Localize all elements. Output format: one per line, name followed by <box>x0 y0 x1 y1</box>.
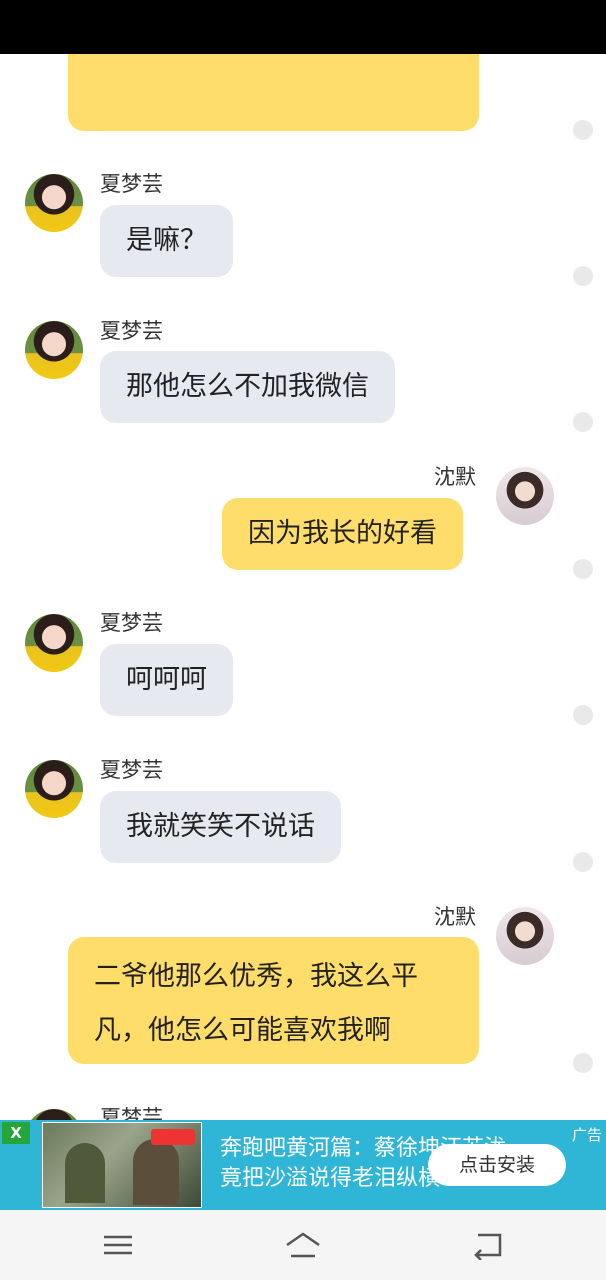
ad-banner[interactable]: X 奔跑吧黄河篇：蔡徐坤汪苏泷 竟把沙溢说得老泪纵横 点击安装 广告 <box>0 1120 606 1210</box>
message-bubble[interactable]: 呵呵呵 <box>100 644 233 716</box>
read-status-dot <box>573 705 593 725</box>
ad-label: 广告 <box>571 1126 602 1144</box>
read-status-dot <box>573 559 593 579</box>
message-bubble[interactable]: 我就笑笑不说话 <box>100 791 341 863</box>
close-icon[interactable]: X <box>2 1122 30 1144</box>
avatar[interactable] <box>496 907 554 965</box>
sender-name: 沈默 <box>434 905 476 929</box>
sender-name: 夏梦芸 <box>100 319 163 343</box>
read-status-dot <box>573 412 593 432</box>
navigation-bar <box>0 1210 606 1280</box>
status-bar <box>0 0 606 54</box>
back-icon[interactable] <box>468 1230 508 1260</box>
sender-name: 沈默 <box>434 465 476 489</box>
avatar[interactable] <box>496 467 554 525</box>
sender-name: 夏梦芸 <box>100 611 163 635</box>
message-bubble-partial <box>68 54 479 131</box>
chat-area[interactable]: 夏梦芸 是嘛？ 夏梦芸 那他怎么不加我微信 沈默 因为我长的好看 夏梦芸 呵呵呵… <box>0 54 606 1120</box>
menu-icon[interactable] <box>98 1230 138 1260</box>
message-bubble[interactable]: 因为我长的好看 <box>222 498 463 570</box>
home-icon[interactable] <box>283 1230 323 1260</box>
ad-image[interactable] <box>42 1122 202 1208</box>
read-status-dot <box>573 266 593 286</box>
avatar[interactable] <box>25 174 83 232</box>
message-bubble[interactable]: 二爷他那么优秀，我这么平凡，他怎么可能喜欢我啊 <box>68 937 479 1064</box>
message-bubble[interactable]: 那他怎么不加我微信 <box>100 351 395 423</box>
message-bubble[interactable]: 是嘛？ <box>100 205 233 277</box>
sender-name: 夏梦芸 <box>100 758 163 782</box>
read-status-dot <box>573 852 593 872</box>
install-button[interactable]: 点击安装 <box>428 1144 566 1186</box>
avatar[interactable] <box>25 1109 83 1120</box>
avatar[interactable] <box>25 614 83 672</box>
read-status-dot <box>573 120 593 140</box>
read-status-dot <box>573 1053 593 1073</box>
sender-name: 夏梦芸 <box>100 172 163 196</box>
avatar[interactable] <box>25 321 83 379</box>
avatar[interactable] <box>25 760 83 818</box>
sender-name: 夏梦芸 <box>100 1106 163 1120</box>
